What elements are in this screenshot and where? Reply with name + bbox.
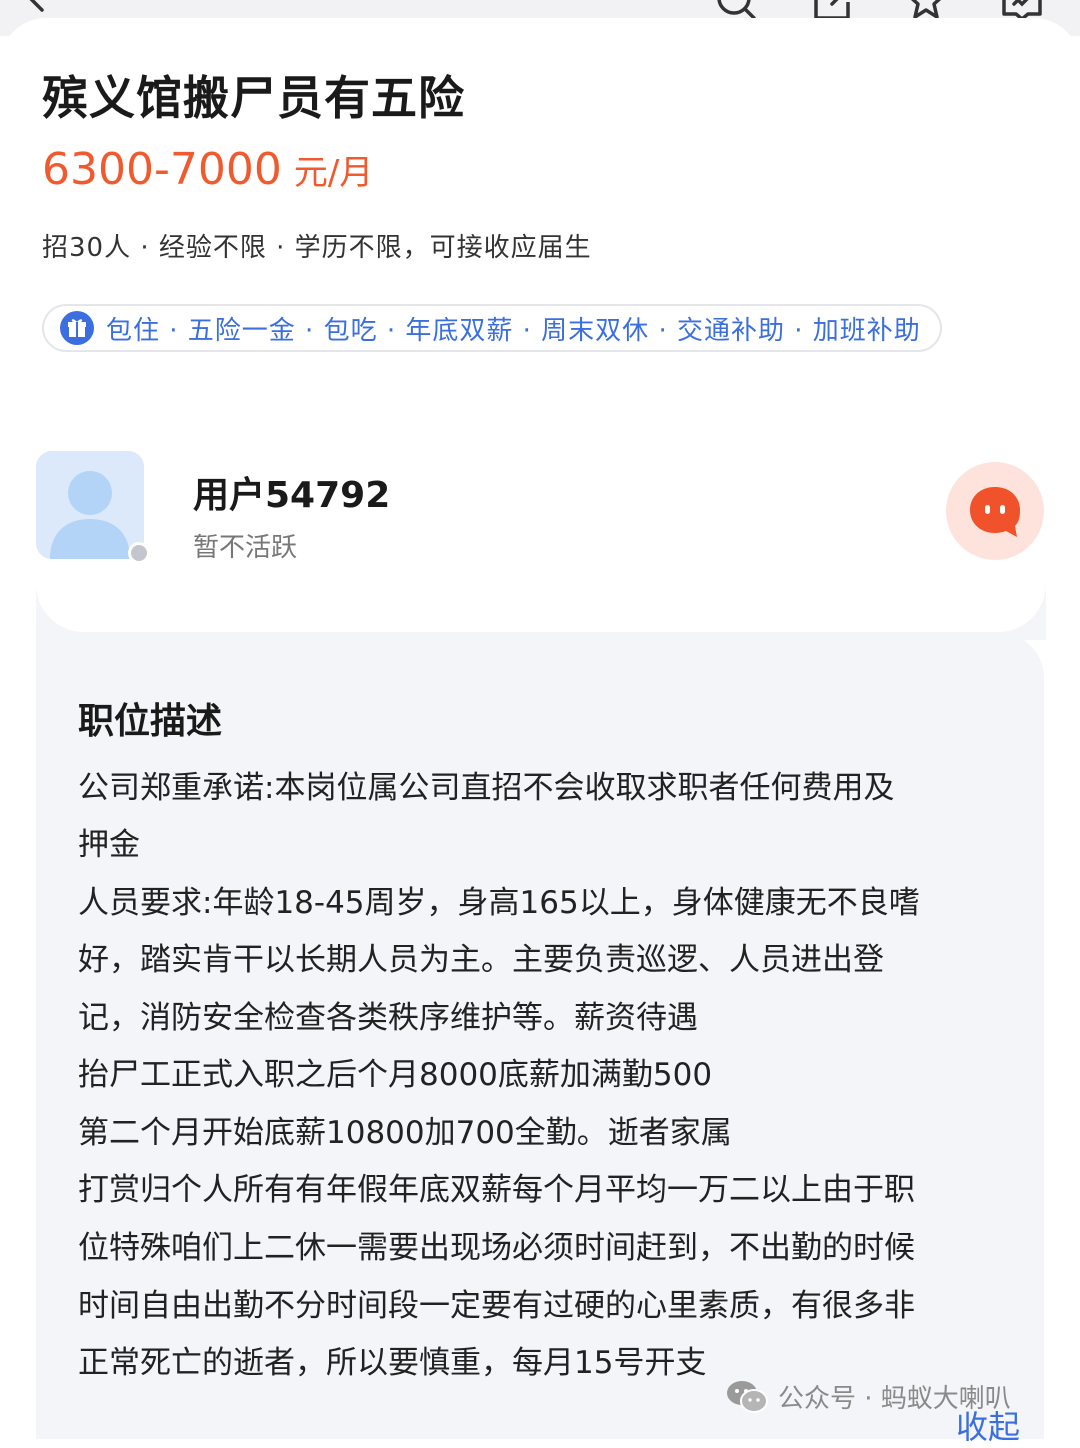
salary-range: 6300-7000	[42, 144, 282, 195]
wechat-icon	[726, 1379, 768, 1415]
salary-unit: 元/月	[293, 153, 374, 193]
description-line: 记，消防安全检查各类秩序维护等。薪资待遇	[78, 1000, 698, 1036]
recruiter-card[interactable]	[36, 420, 1046, 632]
job-requirements: 招30人 · 经验不限 · 学历不限，可接收应届生	[42, 233, 592, 263]
description-heading: 职位描述	[78, 701, 223, 742]
description-line: 好，踏实肯干以长期人员为主。主要负责巡逻、人员进出登	[78, 942, 884, 978]
description-line: 人员要求:年龄18-45周岁，身高165以上，身体健康无不良嗜	[78, 885, 920, 921]
description-line: 时间自由出勤不分时间段一定要有过硬的心里素质，有很多非	[78, 1288, 915, 1324]
description-line: 正常死亡的逝者，所以要慎重，每月15号开支	[78, 1345, 707, 1381]
job-title: 殡义馆搬尸员有五险	[42, 71, 465, 125]
benefits-tag[interactable]: 包住 · 五险一金 · 包吃 · 年底双薪 · 周末双休 · 交通补助 · 加班…	[42, 304, 942, 352]
description-line: 位特殊咱们上二休一需要出现场必须时间赶到，不出勤的时候	[78, 1230, 915, 1266]
chat-button[interactable]	[946, 462, 1044, 560]
recruiter-status: 暂不活跃	[193, 533, 298, 563]
description-line: 抬尸工正式入职之后个月8000底薪加满勤500	[78, 1057, 713, 1093]
benefits-text: 包住 · 五险一金 · 包吃 · 年底双薪 · 周末双休 · 交通补助 · 加班…	[106, 315, 921, 346]
status-dot	[128, 542, 150, 564]
gift-icon	[60, 311, 94, 345]
description-line: 公司郑重承诺:本岗位属公司直招不会收取求职者任何费用及	[78, 770, 895, 806]
collapse-link[interactable]: 收起	[956, 1402, 1020, 1448]
description-line: 打赏归个人所有有年假年底双薪每个月平均一万二以上由于职	[78, 1172, 915, 1208]
recruiter-name[interactable]: 用户54792	[193, 466, 390, 518]
back-icon[interactable]	[20, 0, 52, 14]
description-line: 押金	[78, 827, 140, 863]
default-avatar-icon[interactable]	[36, 451, 144, 559]
salary: 6300-7000 元/月	[42, 144, 373, 195]
description-line: 第二个月开始底薪10800加700全勤。逝者家属	[78, 1115, 732, 1151]
chat-bubble-icon	[970, 487, 1020, 537]
